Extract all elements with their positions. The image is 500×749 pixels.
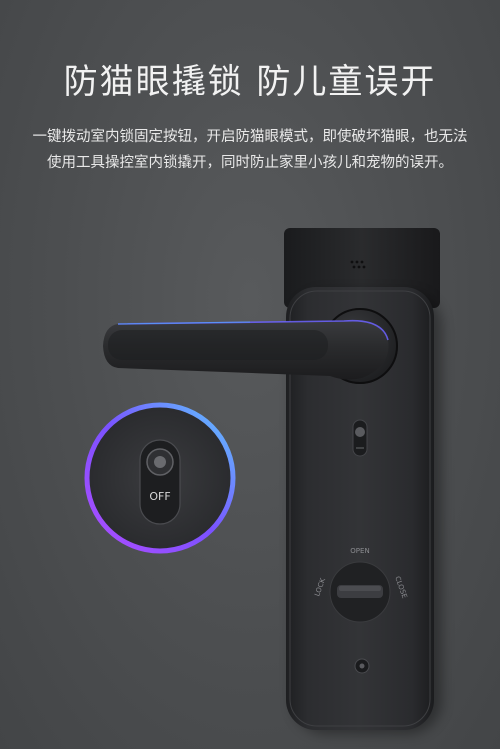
zoomed-indoor-lock-switch [139, 439, 181, 525]
key-cylinder [354, 658, 370, 674]
off-label: OFF [149, 490, 170, 503]
smart-lock-illustration: OPEN LOCK CLOSE OFF [84, 228, 442, 734]
thumb-turn-knob[interactable] [329, 561, 391, 623]
indoor-lock-switch[interactable] [352, 419, 368, 457]
knob-label-open: OPEN [350, 547, 369, 555]
door-handle[interactable] [103, 319, 389, 380]
